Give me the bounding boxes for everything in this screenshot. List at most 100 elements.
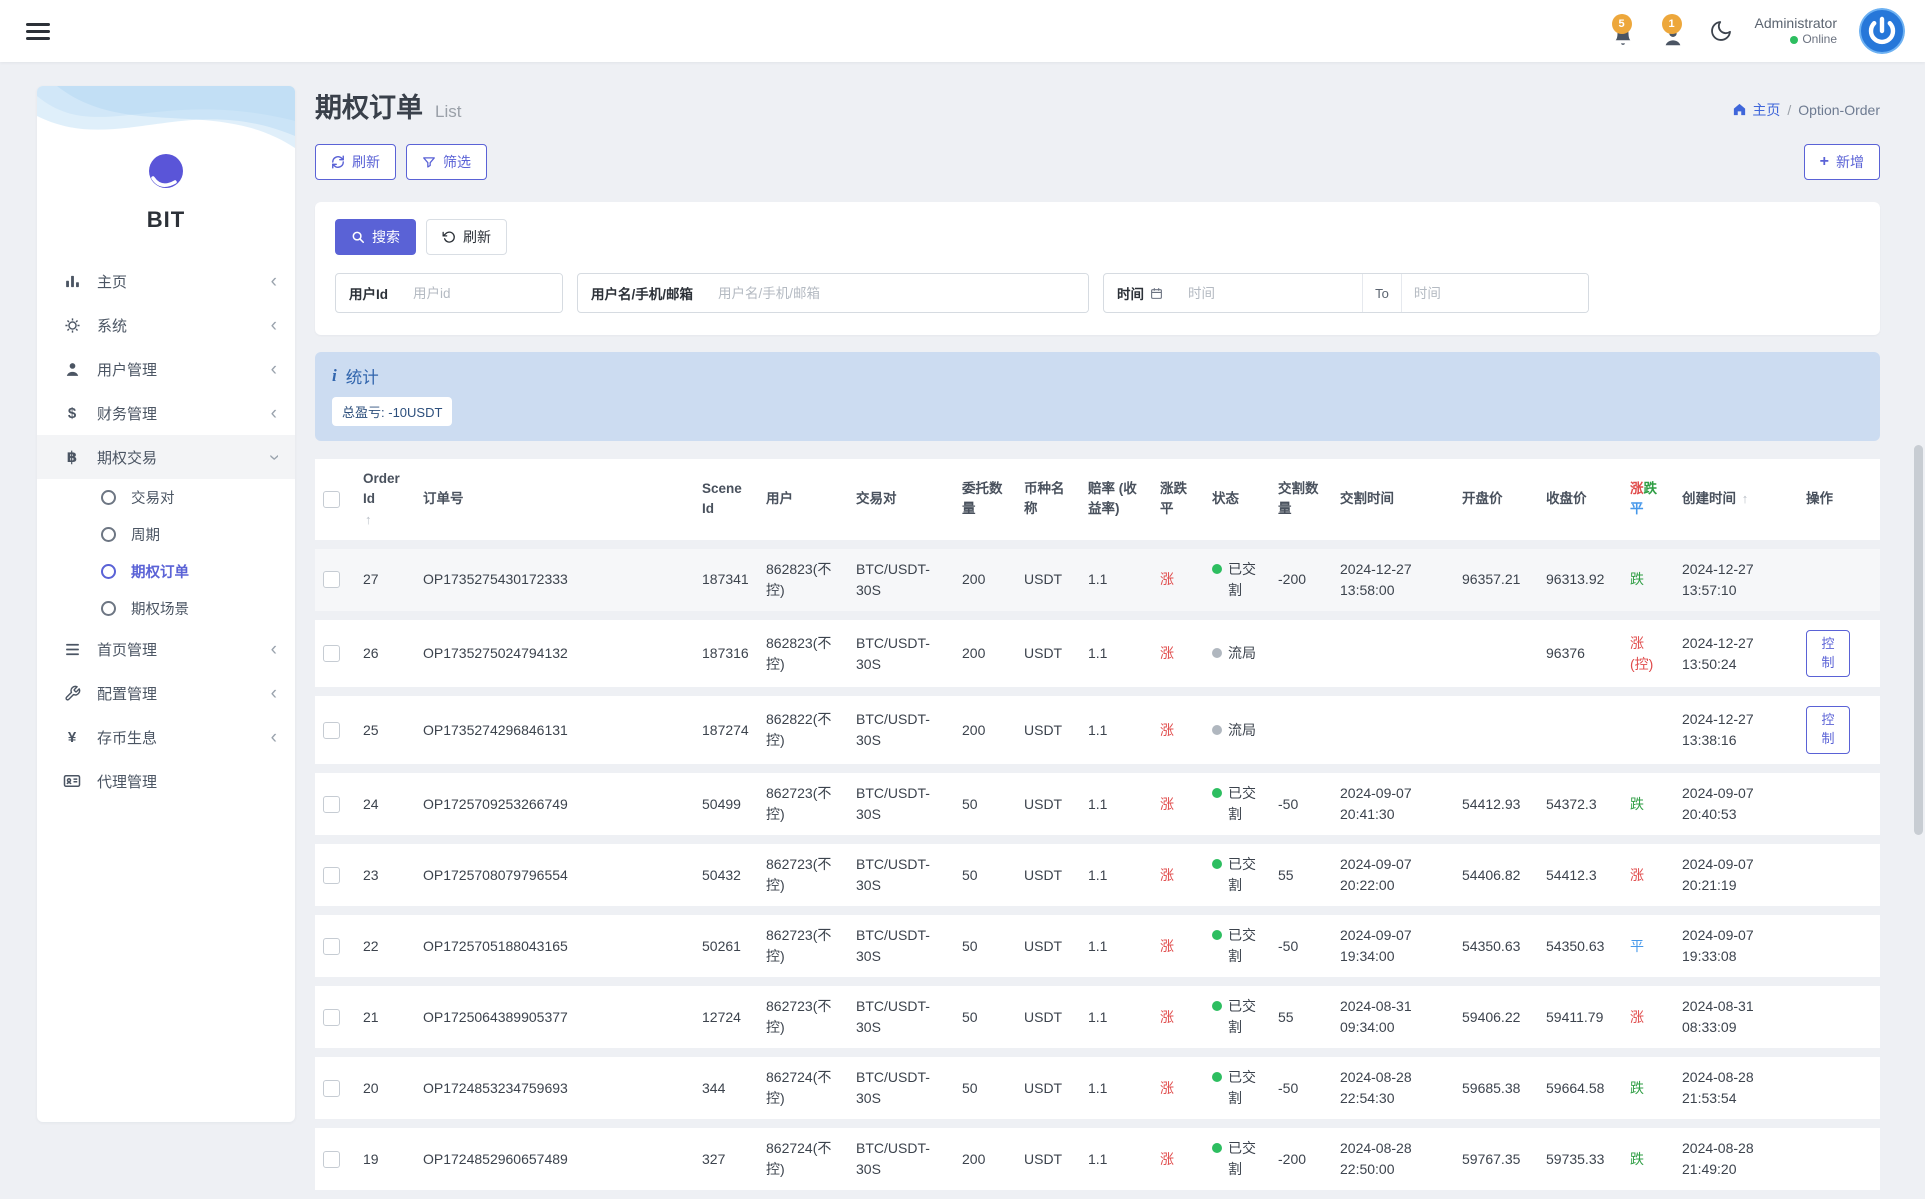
cell-close-price: 54350.63 [1538,915,1622,986]
cell-status: 已交割 [1204,844,1270,915]
cell-open-price: 59767.35 [1454,1128,1538,1199]
cell-settle-amount [1270,620,1332,697]
cell-odds: 1.1 [1080,915,1152,986]
row-checkbox[interactable] [323,1009,340,1026]
plus-icon: + [1820,153,1829,171]
cell-order-no: OP1735275430172333 [415,549,694,620]
page-title: 期权订单 [315,86,423,125]
cell-settle-amount [1270,696,1332,773]
col-order-id[interactable]: Order Id↑ [355,459,415,549]
avatar[interactable] [1859,8,1905,54]
breadcrumb-home-link[interactable]: 主页 [1732,100,1780,120]
status-dot [1212,1072,1222,1082]
cell-actions: 控制 [1798,696,1880,773]
cell-status: 已交割 [1204,773,1270,844]
time-from-input[interactable] [1176,274,1362,312]
sidebar-item-trading-pairs[interactable]: 交易对 [37,479,295,516]
cell-scene-id: 187274 [694,696,758,773]
cell-side: 涨 [1152,549,1204,620]
table-row: 19 OP1724852960657489 327 862724(不控) BTC… [315,1128,1880,1199]
notifications-bell[interactable]: 5 [1609,14,1637,48]
row-checkbox[interactable] [323,1151,340,1168]
row-checkbox[interactable] [323,645,340,662]
cell-status: 流局 [1204,696,1270,773]
sidebar: BIT 主页‹ 系统‹ 用户管理‹ $ 财务管理‹ ฿ 期权交易‹ 交易对 周期 [37,86,295,1122]
radio-circle-icon [101,527,116,542]
table-row: 22 OP1725705188043165 50261 862723(不控) B… [315,915,1880,986]
status-dot [1212,1001,1222,1011]
sidebar-item-home[interactable]: 主页‹ [37,259,295,303]
reset-button[interactable]: 刷新 [426,219,507,255]
time-to-input[interactable] [1402,274,1588,312]
col-side: 涨跌平 [1152,459,1204,549]
cell-open-price: 54412.93 [1454,773,1538,844]
cell-scene-id: 344 [694,1057,758,1128]
hamburger-menu-icon[interactable] [26,19,50,44]
sidebar-item-option-scenes[interactable]: 期权场景 [37,590,295,627]
cell-created: 2024-12-27 13:57:10 [1674,549,1798,620]
sidebar-item-option-orders[interactable]: 期权订单 [37,553,295,590]
row-checkbox[interactable] [323,938,340,955]
status-dot [1212,1143,1222,1153]
breadcrumb: 主页 / Option-Order [1732,100,1880,120]
refresh-button[interactable]: 刷新 [315,144,396,180]
cell-pair: BTC/USDT-30S [848,620,954,697]
cell-order-no: OP1725064389905377 [415,986,694,1057]
sidebar-item-user-management[interactable]: 用户管理‹ [37,347,295,391]
sidebar-item-system[interactable]: 系统‹ [37,303,295,347]
top-bar: 5 1 Administrator Online [0,0,1925,62]
online-dot [1790,36,1798,44]
sidebar-item-homepage-management[interactable]: 首页管理‹ [37,627,295,671]
cell-open-price: 96357.21 [1454,549,1538,620]
sidebar-item-config-management[interactable]: 配置管理‹ [37,671,295,715]
cell-order-id: 21 [355,986,415,1057]
cell-scene-id: 50432 [694,844,758,915]
cell-odds: 1.1 [1080,1057,1152,1128]
row-checkbox[interactable] [323,867,340,884]
cell-created: 2024-09-07 20:21:19 [1674,844,1798,915]
cell-close-price [1538,696,1622,773]
sidebar-item-period[interactable]: 周期 [37,516,295,553]
time-label: 时间 [1104,274,1176,312]
cell-close-price: 59411.79 [1538,986,1622,1057]
col-scene-id: Scene Id [694,459,758,549]
chevron-left-icon: ‹ [271,360,277,379]
col-created[interactable]: 创建时间 ↑ [1674,459,1798,549]
user-name-input[interactable] [706,274,1088,312]
cell-amount: 50 [954,915,1016,986]
user-notifications[interactable]: 1 [1659,14,1687,48]
add-button[interactable]: + 新增 [1804,144,1880,180]
user-icon [61,361,83,378]
sidebar-item-option-trading[interactable]: ฿ 期权交易‹ [37,435,295,479]
vertical-scrollbar[interactable] [1914,445,1923,835]
user-id-input[interactable] [401,274,562,312]
select-all-checkbox[interactable] [323,491,340,508]
dark-mode-toggle[interactable] [1709,19,1733,43]
cell-order-id: 24 [355,773,415,844]
row-checkbox[interactable] [323,796,340,813]
sidebar-item-finance-management[interactable]: $ 财务管理‹ [37,391,295,435]
cell-close-price: 96376 [1538,620,1622,697]
cell-status: 已交割 [1204,986,1270,1057]
cell-scene-id: 327 [694,1128,758,1199]
row-checkbox[interactable] [323,722,340,739]
sidebar-item-agent-management[interactable]: 代理管理 [37,759,295,803]
control-button[interactable]: 控制 [1806,630,1850,678]
cell-user: 862823(不控) [758,549,848,620]
row-checkbox[interactable] [323,1080,340,1097]
status-dot [1212,788,1222,798]
cell-pair: BTC/USDT-30S [848,549,954,620]
brand-name: BIT [37,207,295,233]
cell-amount: 50 [954,1057,1016,1128]
row-checkbox[interactable] [323,571,340,588]
sidebar-item-deposit-interest[interactable]: ¥ 存币生息‹ [37,715,295,759]
chevron-left-icon: ‹ [271,684,277,703]
sort-arrow-icon: ↑ [1742,491,1749,506]
cell-settle-time: 2024-08-28 22:50:00 [1332,1128,1454,1199]
undo-icon [442,230,456,244]
control-button[interactable]: 控制 [1806,706,1850,754]
search-button[interactable]: 搜索 [335,219,416,255]
filter-button[interactable]: 筛选 [406,144,487,180]
cell-scene-id: 187341 [694,549,758,620]
cell-amount: 50 [954,844,1016,915]
